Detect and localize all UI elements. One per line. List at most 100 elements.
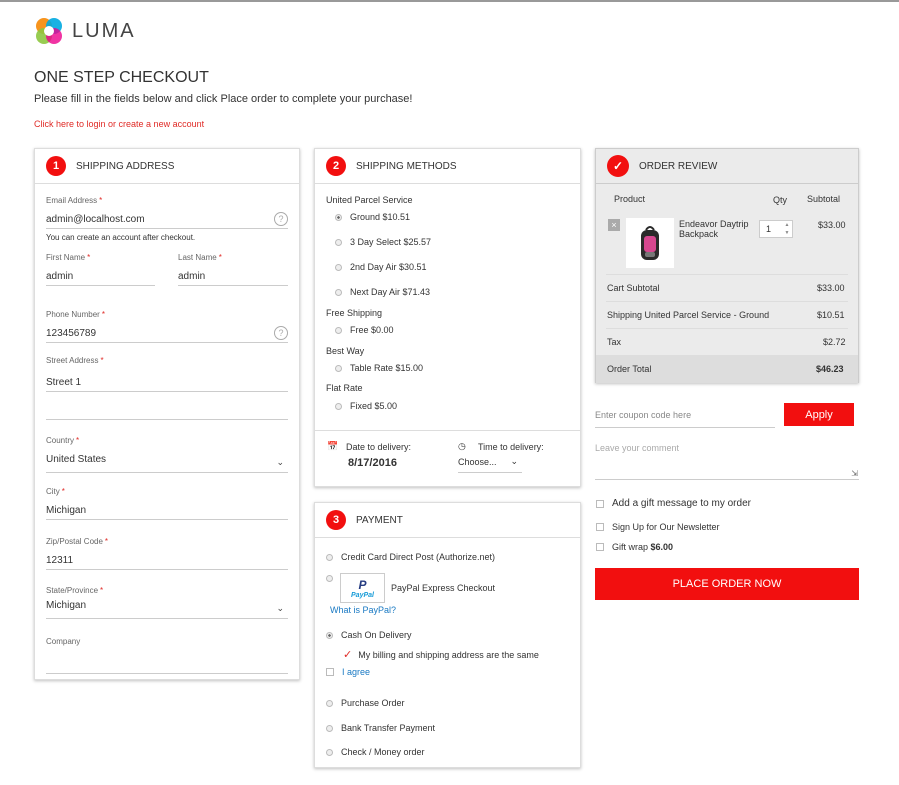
resize-handle-icon[interactable]: ⇲ bbox=[851, 469, 858, 478]
required-mark: * bbox=[61, 487, 65, 496]
backpack-icon bbox=[641, 226, 659, 260]
time-value: Choose... bbox=[458, 457, 497, 467]
time-select[interactable]: Choose... ⌄ bbox=[458, 456, 522, 473]
gift-message-label: Add a gift message to my order bbox=[612, 498, 751, 509]
radio[interactable] bbox=[326, 724, 333, 732]
radio[interactable] bbox=[335, 364, 342, 372]
date-value[interactable]: 8/17/2016 bbox=[348, 457, 397, 469]
checkbox[interactable] bbox=[596, 543, 604, 551]
required-mark: * bbox=[101, 310, 105, 319]
radio[interactable] bbox=[326, 748, 333, 756]
radio[interactable] bbox=[335, 326, 342, 334]
gift-wrap-price: $6.00 bbox=[650, 542, 674, 552]
city-label: City bbox=[46, 487, 60, 496]
country-select[interactable]: United States ⌄ bbox=[46, 451, 288, 473]
login-link[interactable]: Click here to login or create a new acco… bbox=[34, 119, 204, 129]
city-input[interactable]: Michigan bbox=[46, 502, 288, 520]
qty-value: 1 bbox=[766, 224, 772, 234]
radio[interactable] bbox=[326, 575, 333, 582]
carrier-free: Free Shipping bbox=[326, 308, 383, 318]
street-input-1[interactable]: Street 1 bbox=[46, 374, 288, 392]
apply-coupon-button[interactable]: Apply bbox=[784, 403, 854, 426]
gift-message-option[interactable]: Add a gift message to my order bbox=[596, 498, 751, 509]
time-label: Time to delivery: bbox=[478, 442, 544, 452]
payment-label: Credit Card Direct Post (Authorize.net) bbox=[341, 552, 496, 562]
email-input[interactable]: admin@localhost.com? bbox=[46, 211, 288, 229]
luma-logo[interactable]: LUMA bbox=[34, 16, 136, 46]
shipping-methods-header: 2 SHIPPING METHODS bbox=[315, 149, 580, 184]
agree-checkbox[interactable]: I agree bbox=[326, 667, 370, 677]
divider bbox=[606, 328, 848, 329]
date-label: Date to delivery: bbox=[346, 442, 412, 452]
payment-check-money[interactable]: Check / Money order bbox=[326, 747, 425, 757]
agree-link[interactable]: I agree bbox=[342, 667, 370, 677]
qty-stepper[interactable]: ▲ ▼ bbox=[783, 222, 791, 236]
radio[interactable] bbox=[326, 699, 333, 707]
radio[interactable] bbox=[335, 238, 342, 246]
radio[interactable] bbox=[335, 402, 342, 410]
radio[interactable] bbox=[326, 553, 333, 561]
checkbox[interactable] bbox=[596, 499, 604, 508]
product-thumbnail[interactable] bbox=[626, 218, 674, 268]
state-select[interactable]: Michigan ⌄ bbox=[46, 597, 288, 619]
payment-cod[interactable]: Cash On Delivery bbox=[326, 630, 412, 640]
remove-item-icon[interactable]: × bbox=[608, 219, 620, 231]
first-name-input[interactable]: admin bbox=[46, 268, 155, 286]
col-qty: Qty bbox=[773, 195, 788, 205]
place-order-button[interactable]: PLACE ORDER NOW bbox=[595, 568, 859, 600]
product-name[interactable]: Endeavor Daytrip Backpack bbox=[679, 219, 757, 239]
required-mark: * bbox=[76, 436, 80, 445]
state-value: Michigan bbox=[46, 600, 87, 611]
radio-selected[interactable] bbox=[335, 213, 342, 221]
payment-paypal-radio[interactable] bbox=[326, 575, 341, 582]
city-group: City * Michigan bbox=[46, 487, 288, 520]
shipping-option-fixed[interactable]: Fixed $5.00 bbox=[335, 401, 397, 411]
what-is-paypal-link[interactable]: What is PayPal? bbox=[330, 605, 396, 615]
company-input[interactable] bbox=[46, 656, 288, 674]
comment-textarea[interactable]: Leave your comment ⇲ bbox=[595, 443, 859, 480]
radio-selected[interactable] bbox=[326, 631, 333, 639]
chevron-down-icon[interactable]: ▼ bbox=[785, 230, 790, 236]
coupon-input[interactable]: Enter coupon code here bbox=[595, 404, 775, 428]
checkbox[interactable] bbox=[596, 523, 604, 531]
option-label: Next Day Air $71.43 bbox=[350, 287, 431, 297]
shipping-option-ground[interactable]: Ground $10.51 bbox=[335, 212, 410, 222]
zip-input[interactable]: 12311 bbox=[46, 552, 288, 570]
shipping-option-2day[interactable]: 2nd Day Air $30.51 bbox=[335, 262, 427, 272]
chevron-up-icon[interactable]: ▲ bbox=[785, 222, 790, 228]
payment-purchase-order[interactable]: Purchase Order bbox=[326, 698, 405, 708]
street-input-2[interactable] bbox=[46, 400, 288, 420]
shipping-option-nextday[interactable]: Next Day Air $71.43 bbox=[335, 287, 430, 297]
luma-logo-icon bbox=[36, 18, 62, 44]
option-label: Ground $10.51 bbox=[350, 212, 411, 222]
country-label: Country bbox=[46, 436, 75, 445]
qty-input[interactable]: 1 ▲ ▼ bbox=[759, 220, 793, 238]
payment-bank-transfer[interactable]: Bank Transfer Payment bbox=[326, 723, 435, 733]
required-mark: * bbox=[218, 253, 222, 262]
paypal-wordmark: PayPal bbox=[351, 591, 374, 599]
order-total-value: $46.23 bbox=[816, 364, 844, 374]
payment-credit-card[interactable]: Credit Card Direct Post (Authorize.net) bbox=[326, 552, 495, 562]
checkbox[interactable] bbox=[326, 668, 334, 676]
option-label: Fixed $5.00 bbox=[350, 401, 398, 411]
phone-label: Phone Number bbox=[46, 310, 100, 319]
shipping-label: Shipping United Parcel Service - Ground bbox=[607, 310, 770, 320]
shipping-option-3day[interactable]: 3 Day Select $25.57 bbox=[335, 237, 431, 247]
required-mark: * bbox=[99, 196, 103, 205]
top-border bbox=[0, 0, 899, 2]
shipping-value: $10.51 bbox=[817, 310, 845, 320]
option-label: 2nd Day Air $30.51 bbox=[350, 262, 427, 272]
last-name-input[interactable]: admin bbox=[178, 268, 288, 286]
shipping-option-free[interactable]: Free $0.00 bbox=[335, 325, 394, 335]
shipping-option-tablerate[interactable]: Table Rate $15.00 bbox=[335, 363, 423, 373]
help-icon[interactable]: ? bbox=[274, 212, 288, 226]
phone-input[interactable]: 123456789? bbox=[46, 325, 288, 343]
newsletter-option[interactable]: Sign Up for Our Newsletter bbox=[596, 522, 720, 532]
radio[interactable] bbox=[335, 288, 342, 296]
gift-wrap-option[interactable]: Gift wrap $6.00 bbox=[596, 542, 673, 552]
panel-title: SHIPPING METHODS bbox=[356, 160, 457, 172]
radio[interactable] bbox=[335, 263, 342, 271]
help-icon[interactable]: ? bbox=[274, 326, 288, 340]
same-address-checkbox[interactable]: ✓ My billing and shipping address are the… bbox=[343, 648, 539, 661]
tax-label: Tax bbox=[607, 337, 622, 347]
